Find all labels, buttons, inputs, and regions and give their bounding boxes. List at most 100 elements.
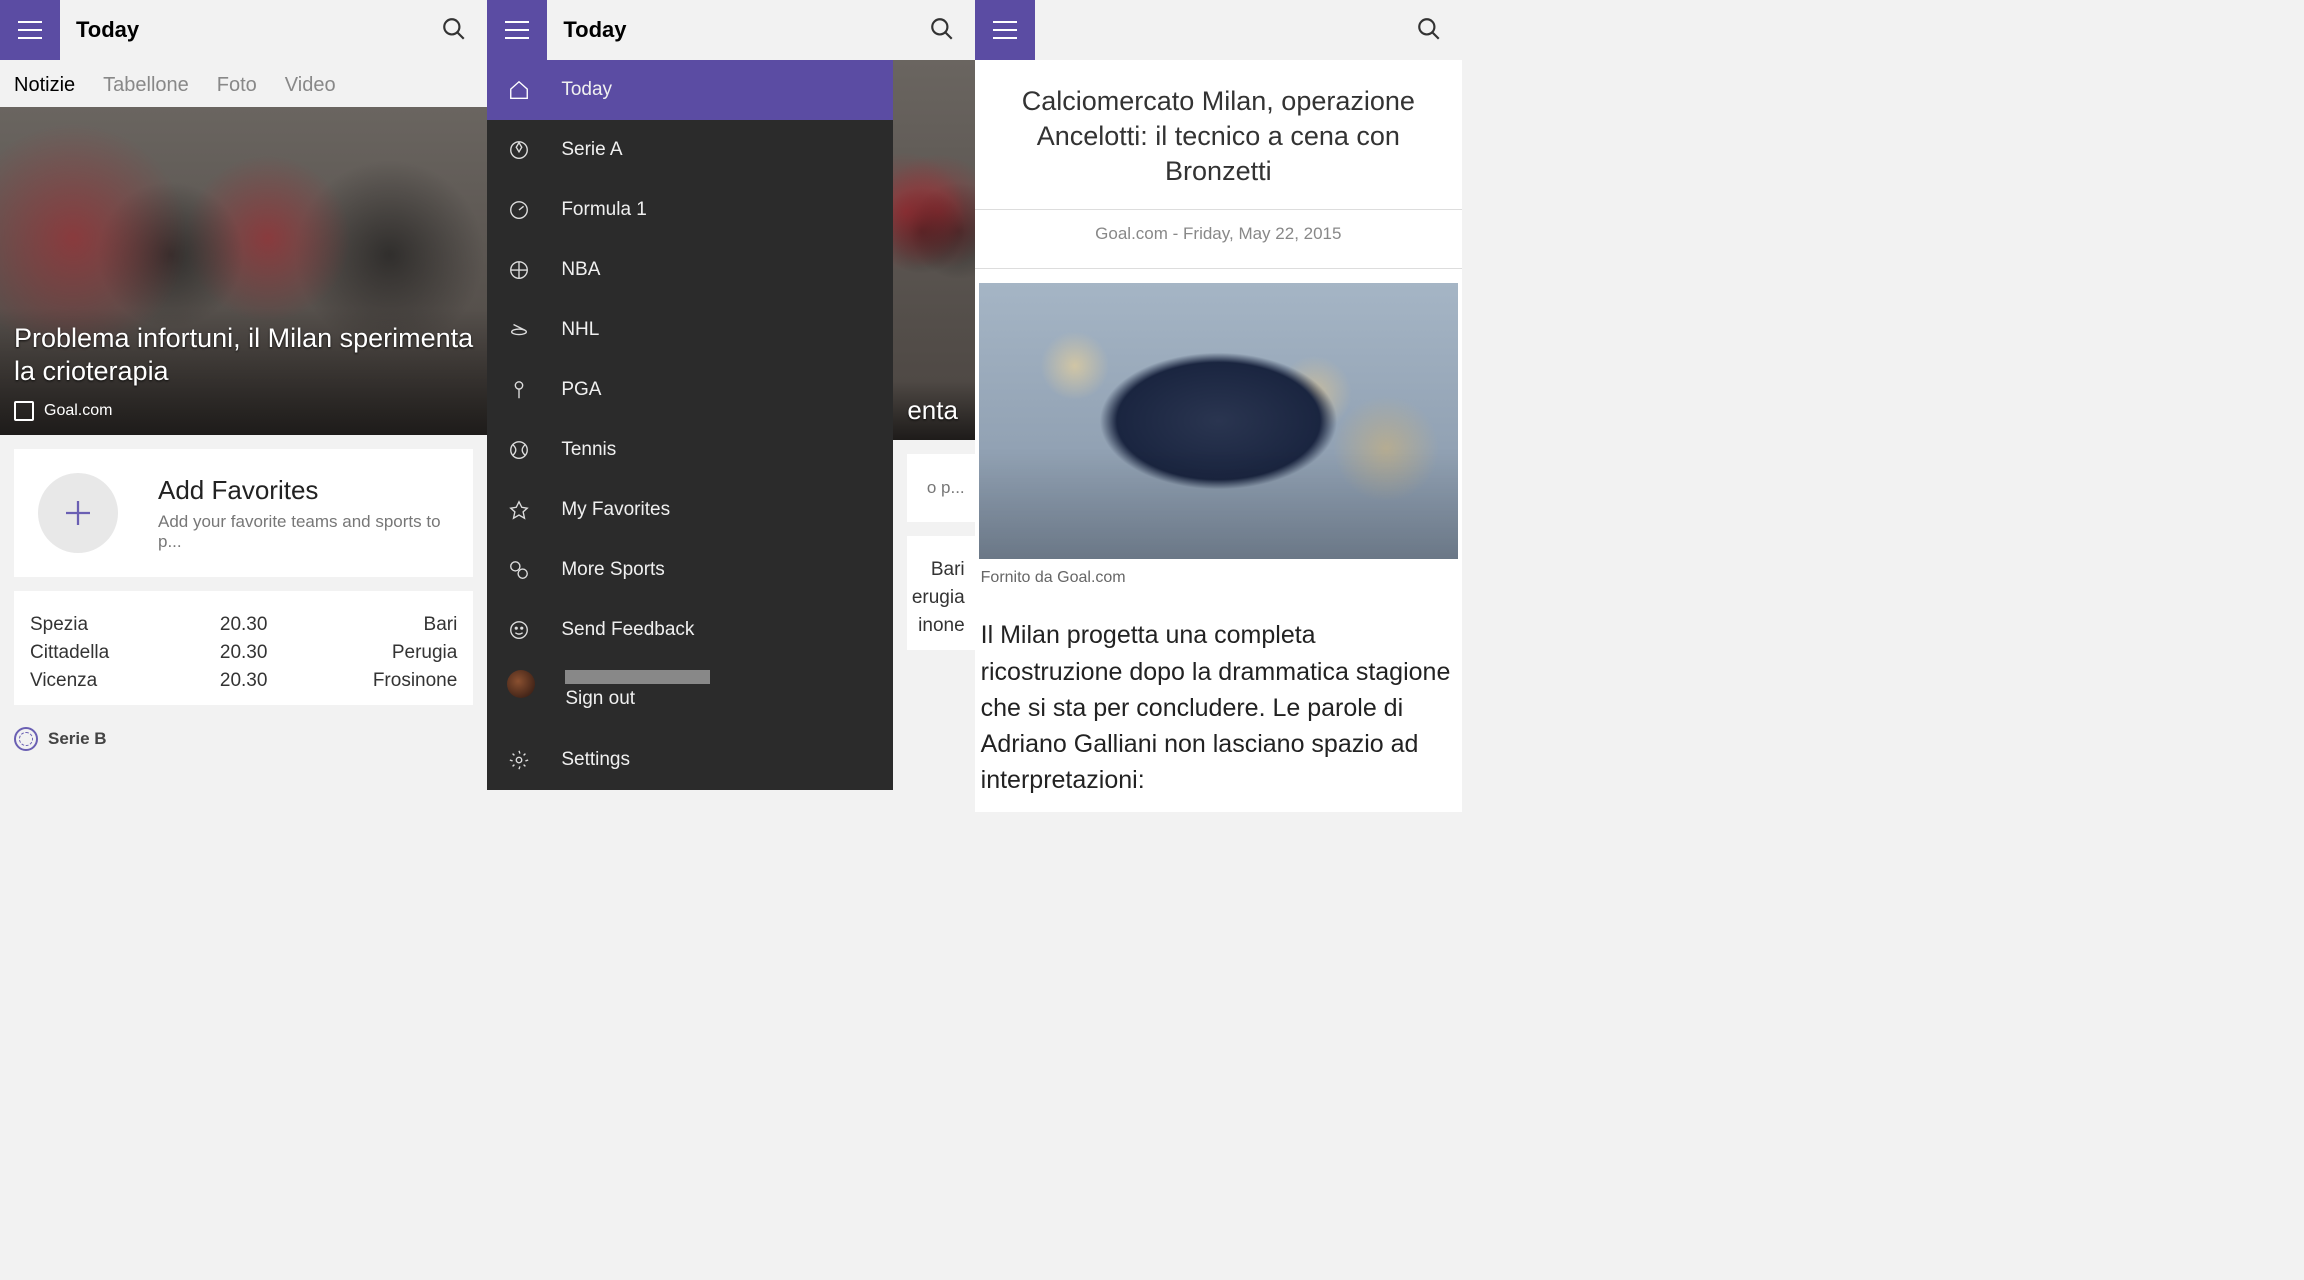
hamburger-button[interactable] [975, 0, 1035, 60]
username-redacted [565, 670, 710, 684]
drawer-label: Formula 1 [561, 199, 647, 221]
article-image [979, 283, 1458, 559]
fav-text: Add Favorites Add your favorite teams an… [158, 475, 449, 552]
home-icon [507, 78, 531, 102]
search-button[interactable] [441, 16, 467, 47]
search-icon [929, 16, 955, 42]
hamburger-icon [993, 21, 1017, 39]
more-sports-icon [507, 558, 531, 582]
hero-title-fragment: enta [907, 395, 960, 426]
article-meta: Goal.com - Friday, May 22, 2015 [975, 224, 1462, 244]
tab-tabellone[interactable]: Tabellone [103, 74, 189, 97]
article-credit: Fornito da Goal.com [975, 569, 1462, 617]
plus-circle [38, 473, 118, 553]
article-title: Calciomercato Milan, operazione Ancelott… [975, 84, 1462, 189]
add-favorites-card[interactable]: Add Favorites Add your favorite teams an… [14, 449, 473, 577]
drawer-item-more-sports[interactable]: More Sports [487, 540, 893, 600]
tab-video[interactable]: Video [285, 74, 336, 97]
drawer-item-pga[interactable]: PGA [487, 360, 893, 420]
tennis-icon [507, 438, 531, 462]
user-block: Sign out [565, 670, 710, 710]
drawer-item-nhl[interactable]: NHL [487, 300, 893, 360]
avatar [507, 670, 535, 698]
drawer-label: Settings [561, 749, 630, 771]
match-time: 20.30 [220, 670, 268, 692]
score-row: Bari [917, 556, 964, 584]
drawer-item-formula1[interactable]: Formula 1 [487, 180, 893, 240]
drawer-item-today[interactable]: Today [487, 60, 893, 120]
nav-drawer: Today Serie A Formula 1 NBA NHL PGA Tenn… [487, 60, 893, 790]
soccer-icon [507, 138, 531, 162]
background-peek: enta o p... Bari erugia inone [893, 60, 974, 812]
smile-icon [507, 618, 531, 642]
hero-source: Goal.com [44, 402, 112, 420]
search-icon [441, 16, 467, 42]
league-row[interactable]: Serie B [14, 719, 473, 751]
score-row: erugia [917, 584, 964, 612]
score-row: inone [917, 612, 964, 640]
hero-source-row: Goal.com [14, 401, 473, 421]
league-name: Serie B [48, 729, 107, 749]
drawer-item-favorites[interactable]: My Favorites [487, 480, 893, 540]
header: Today [0, 0, 487, 60]
drawer-label: Today [561, 79, 612, 101]
header: Today [487, 0, 974, 60]
match-time: 20.30 [220, 614, 268, 636]
hero-story: enta [893, 60, 974, 440]
speedometer-icon [507, 198, 531, 222]
match-time: 20.30 [220, 642, 268, 664]
drawer-label: Tennis [561, 439, 616, 461]
soccer-icon [14, 727, 38, 751]
drawer-item-signout[interactable]: Sign out [487, 660, 893, 730]
screen-today: Today Notizie Tabellone Foto Video Probl… [0, 0, 487, 812]
drawer-item-settings[interactable]: Settings [487, 730, 893, 790]
scores-card[interactable]: Spezia 20.30 Bari Cittadella 20.30 Perug… [14, 591, 473, 705]
scores-card: Bari erugia inone [907, 536, 974, 650]
signout-label: Sign out [565, 688, 635, 709]
drawer-label: Send Feedback [561, 619, 694, 641]
team-left: Cittadella [30, 642, 220, 664]
hero-overlay: Problema infortuni, il Milan sperimenta … [0, 308, 487, 435]
hamburger-button[interactable] [487, 0, 547, 60]
search-button[interactable] [929, 16, 955, 47]
drawer-item-feedback[interactable]: Send Feedback [487, 600, 893, 660]
team-right: Bari [267, 614, 457, 636]
hamburger-icon [18, 21, 42, 39]
fav-fragment: o p... [927, 478, 965, 498]
hamburger-button[interactable] [0, 0, 60, 60]
hero-story[interactable]: Problema infortuni, il Milan sperimenta … [0, 107, 487, 435]
add-favorites-card: o p... [907, 454, 974, 522]
drawer-item-serie-a[interactable]: Serie A [487, 120, 893, 180]
page-title: Today [563, 17, 626, 43]
source-icon [14, 401, 34, 421]
fav-subtitle: Add your favorite teams and sports to p.… [158, 512, 449, 552]
divider [975, 209, 1462, 210]
tabs: Notizie Tabellone Foto Video [0, 60, 487, 107]
score-row: Spezia 20.30 Bari [30, 611, 457, 639]
team-right: Frosinone [267, 670, 457, 692]
basketball-icon [507, 258, 531, 282]
gear-icon [507, 748, 531, 772]
team-left: Vicenza [30, 670, 220, 692]
drawer-label: My Favorites [561, 499, 670, 521]
drawer-item-nba[interactable]: NBA [487, 240, 893, 300]
drawer-label: NHL [561, 319, 599, 341]
article[interactable]: Calciomercato Milan, operazione Ancelott… [975, 60, 1462, 812]
article-body: Il Milan progetta una completa ricostruz… [975, 617, 1462, 798]
tab-foto[interactable]: Foto [217, 74, 257, 97]
header [975, 0, 1462, 60]
screen-drawer: Today enta o p... Bari erugia inone Toda… [487, 0, 974, 812]
hero-title: Problema infortuni, il Milan sperimenta … [14, 322, 473, 387]
screen-article: Calciomercato Milan, operazione Ancelott… [975, 0, 1462, 812]
search-button[interactable] [1416, 16, 1442, 47]
drawer-label: More Sports [561, 559, 664, 581]
tab-notizie[interactable]: Notizie [14, 74, 75, 97]
golf-icon [507, 378, 531, 402]
hamburger-icon [505, 21, 529, 39]
drawer-item-tennis[interactable]: Tennis [487, 420, 893, 480]
team-right: Perugia [267, 642, 457, 664]
drawer-label: Serie A [561, 139, 622, 161]
page-title: Today [76, 17, 139, 43]
puck-icon [507, 318, 531, 342]
score-row: Cittadella 20.30 Perugia [30, 639, 457, 667]
